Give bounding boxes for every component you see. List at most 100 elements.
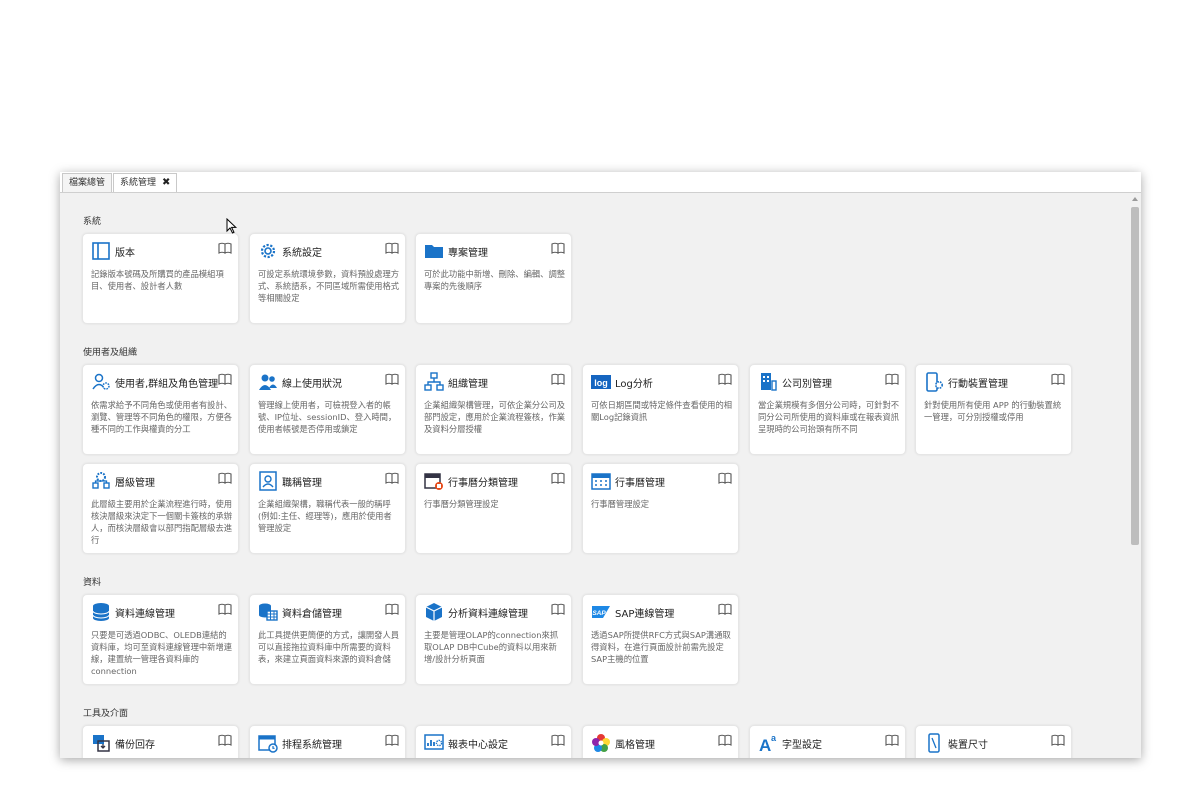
sap-icon: SAP xyxy=(591,602,611,622)
function-card[interactable]: log Log分析 可依日期區間或特定條件查看使用的相關Log記錄資訊 xyxy=(582,364,739,455)
card-title: 專案管理 xyxy=(448,248,488,259)
function-card[interactable]: 使用者,群組及角色管理 依需求給予不同角色或使用者有設計、瀏覽、管理等不同角色的… xyxy=(82,364,239,455)
users-gear-icon xyxy=(91,372,111,392)
manual-book-icon[interactable] xyxy=(551,373,565,385)
manual-book-icon[interactable] xyxy=(551,242,565,254)
manual-book-icon[interactable] xyxy=(885,373,899,385)
card-title: 組織管理 xyxy=(448,379,488,390)
job-title-icon xyxy=(258,471,278,491)
manual-book-icon[interactable] xyxy=(718,734,732,746)
card-title: Log分析 xyxy=(615,379,653,390)
function-card[interactable]: 風格管理 xyxy=(582,725,739,758)
function-card[interactable]: SAP SAP連線管理 透過SAP所提供RFC方式與SAP溝通取得資料，在進行頁… xyxy=(582,594,739,685)
svg-text:A: A xyxy=(759,736,771,753)
manual-book-icon[interactable] xyxy=(385,242,399,254)
manual-book-icon[interactable] xyxy=(718,472,732,484)
function-card[interactable]: 版本 記錄版本號碼及所購買的產品模組項目、使用者、設計者人數 xyxy=(82,233,239,324)
tab-file-explorer[interactable]: 檔案總管 xyxy=(62,173,113,192)
manual-book-icon[interactable] xyxy=(218,373,232,385)
card-title: 版本 xyxy=(115,248,135,259)
card-title: 行事曆分類管理 xyxy=(448,478,518,489)
section-title-users-org: 使用者及組織 xyxy=(83,348,138,358)
card-title: 報表中心設定 xyxy=(448,740,508,751)
font-icon: Aa xyxy=(758,733,778,753)
card-description: 企業組織架構管理，可依企業分公司及部門設定，應用於企業流程簽核，作業及資料分層授… xyxy=(424,400,566,434)
function-card[interactable]: Aa 字型設定 xyxy=(749,725,906,758)
database-icon xyxy=(91,602,111,622)
function-card[interactable]: 專案管理 可於此功能中新增、刪除、編輯、調整專案的先後順序 xyxy=(415,233,572,324)
function-card[interactable]: 排程系統管理 xyxy=(249,725,406,758)
function-card[interactable]: 行動裝置管理 針對使用所有使用 APP 的行動裝置統一管理，可分別授權或停用 xyxy=(915,364,1072,455)
tab-label: 檔案總管 xyxy=(69,178,106,188)
card-title: 資料倉儲管理 xyxy=(282,609,342,620)
report-center-icon xyxy=(424,733,444,753)
card-description: 企業組織架構，職稱代表一般的稱呼(例如:主任、經理等)，應用於使用者管理設定 xyxy=(258,499,392,533)
function-card[interactable]: 資料連線管理 只要是可透過ODBC、OLEDB連結的資料庫，均可至資料連線管理中… xyxy=(82,594,239,685)
company-building-icon xyxy=(758,372,778,392)
card-description: 可於此功能中新增、刪除、編輯、調整專案的先後順序 xyxy=(424,269,566,291)
scroll-thumb[interactable] xyxy=(1131,207,1139,545)
manual-book-icon[interactable] xyxy=(1051,734,1065,746)
manual-book-icon[interactable] xyxy=(385,373,399,385)
function-card[interactable]: 層級管理 此層級主要用於企業流程進行時，使用核決層級來決定下一個關卡簽核的承辦人… xyxy=(82,463,239,554)
manual-book-icon[interactable] xyxy=(551,603,565,615)
card-title: 公司別管理 xyxy=(782,379,832,390)
card-title: 分析資料連線管理 xyxy=(448,609,528,620)
close-icon[interactable]: ✖ xyxy=(162,174,170,192)
function-card[interactable]: 公司別管理 當企業規模有多個分公司時，可針對不同分公司所使用的資料庫或在報表資訊… xyxy=(749,364,906,455)
card-description: 管理線上使用者，可檢視登入者的帳號、IP位址、sessionID、登入時間，使用… xyxy=(258,400,397,434)
scroll-up-arrow-icon[interactable] xyxy=(1132,197,1138,201)
manual-book-icon[interactable] xyxy=(718,373,732,385)
manual-book-icon[interactable] xyxy=(718,603,732,615)
card-title: 風格管理 xyxy=(615,740,655,751)
svg-text:log: log xyxy=(594,378,608,388)
svg-text:SAP: SAP xyxy=(592,610,606,617)
function-card[interactable]: 行事曆管理 行事曆管理設定 xyxy=(582,463,739,554)
card-description: 此層級主要用於企業流程進行時，使用核決層級來決定下一個關卡簽核的承辦人，而核決層… xyxy=(91,499,233,545)
card-title: 裝置尺寸 xyxy=(948,740,988,751)
vertical-scrollbar[interactable] xyxy=(1129,193,1141,758)
tab-bar: 檔案總管 系統管理 ✖ xyxy=(60,172,1141,193)
function-card[interactable]: 資料倉儲管理 此工具提供更簡便的方式，讓開發人員可以直接拖拉資料庫中所需要的資料… xyxy=(249,594,406,685)
gear-icon xyxy=(258,241,278,261)
section-title-data: 資料 xyxy=(83,578,102,588)
olap-cube-icon xyxy=(424,602,444,622)
card-description: 針對使用所有使用 APP 的行動裝置統一管理，可分別授權或停用 xyxy=(924,400,1062,422)
log-icon: log xyxy=(591,372,611,392)
manual-book-icon[interactable] xyxy=(218,734,232,746)
function-card[interactable]: 線上使用狀況 管理線上使用者，可檢視登入者的帳號、IP位址、sessionID、… xyxy=(249,364,406,455)
tab-system-management[interactable]: 系統管理 ✖ xyxy=(113,173,178,192)
function-card[interactable]: 備份回存 xyxy=(82,725,239,758)
function-card[interactable]: 行事曆分類管理 行事曆分類管理設定 xyxy=(415,463,572,554)
backup-restore-icon xyxy=(91,733,111,753)
function-card[interactable]: 裝置尺寸 xyxy=(915,725,1072,758)
mobile-gear-icon xyxy=(924,372,944,392)
manual-book-icon[interactable] xyxy=(885,734,899,746)
card-description: 透過SAP所提供RFC方式與SAP溝通取得資料，在進行頁面設計前需先設定SAP主… xyxy=(591,630,731,664)
manual-book-icon[interactable] xyxy=(218,472,232,484)
card-description: 此工具提供更簡便的方式，讓開發人員可以直接拖拉資料庫中所需要的資料表，來建立頁面… xyxy=(258,630,400,664)
function-card[interactable]: 職稱管理 企業組織架構，職稱代表一般的稱呼(例如:主任、經理等)，應用於使用者管… xyxy=(249,463,406,554)
schedule-icon xyxy=(258,733,278,753)
manual-book-icon[interactable] xyxy=(551,734,565,746)
manual-book-icon[interactable] xyxy=(218,603,232,615)
online-users-icon xyxy=(258,372,278,392)
manual-book-icon[interactable] xyxy=(385,603,399,615)
function-card[interactable]: 系統設定 可設定系統環境參數，資料預設處理方式、系統語系，不同區域所需使用格式等… xyxy=(249,233,406,324)
manual-book-icon[interactable] xyxy=(385,734,399,746)
function-card[interactable]: 分析資料連線管理 主要是管理OLAP的connection來抓取OLAP DB中… xyxy=(415,594,572,685)
manual-book-icon[interactable] xyxy=(218,242,232,254)
card-title: 線上使用狀況 xyxy=(282,379,342,390)
card-title: 職稱管理 xyxy=(282,478,322,489)
manual-book-icon[interactable] xyxy=(1051,373,1065,385)
card-description: 依需求給予不同角色或使用者有設計、瀏覽、管理等不同角色的權限，方便各種不同的工作… xyxy=(91,400,233,434)
device-size-icon xyxy=(924,733,944,753)
system-management-window: 檔案總管 系統管理 ✖ 系統 使用者及組織 資料 工具及介面 版本 記錄版本號碼… xyxy=(60,172,1141,758)
color-palette-icon xyxy=(591,733,611,753)
section-title-tools-ui: 工具及介面 xyxy=(83,709,129,719)
function-card[interactable]: 組織管理 企業組織架構管理，可依企業分公司及部門設定，應用於企業流程簽核，作業及… xyxy=(415,364,572,455)
function-card[interactable]: 報表中心設定 xyxy=(415,725,572,758)
manual-book-icon[interactable] xyxy=(551,472,565,484)
card-title: 排程系統管理 xyxy=(282,740,342,751)
manual-book-icon[interactable] xyxy=(385,472,399,484)
